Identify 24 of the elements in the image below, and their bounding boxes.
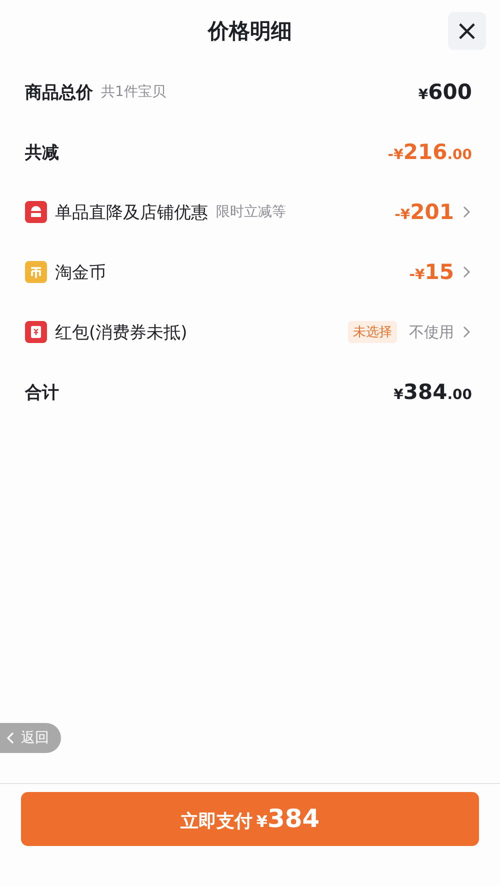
price-amount: ¥600 — [418, 80, 472, 104]
close-button[interactable]: × — [448, 12, 486, 50]
row-label: 商品总价 — [25, 82, 93, 104]
row-label: 淘金币 — [55, 262, 106, 284]
row-note: 共1件宝贝 — [101, 83, 166, 101]
row-value: 不使用 — [409, 322, 454, 342]
back-label: 返回 — [21, 729, 49, 747]
row-label: 合计 — [25, 382, 59, 404]
row-label: 红包(消费券未抵) — [55, 322, 188, 344]
price-amount: ¥384.00 — [394, 380, 472, 404]
price-amount: -¥15 — [409, 260, 454, 284]
shop-icon — [25, 201, 47, 223]
row-label: 单品直降及店铺优惠 — [55, 202, 208, 224]
row-label: 共减 — [25, 142, 59, 164]
row-note: 限时立减等 — [216, 203, 286, 221]
chevron-left-icon — [6, 731, 16, 745]
price-amount: -¥216.00 — [388, 140, 472, 164]
status-tag: 未选择 — [348, 321, 397, 343]
envelope-icon — [25, 321, 47, 343]
coin-icon — [25, 261, 47, 283]
price-amount: -¥201 — [394, 200, 454, 224]
back-button[interactable]: 返回 — [0, 723, 61, 753]
pay-button[interactable]: 立即支付 ¥384 — [21, 792, 479, 846]
dialog-title: 价格明细 — [208, 18, 292, 45]
